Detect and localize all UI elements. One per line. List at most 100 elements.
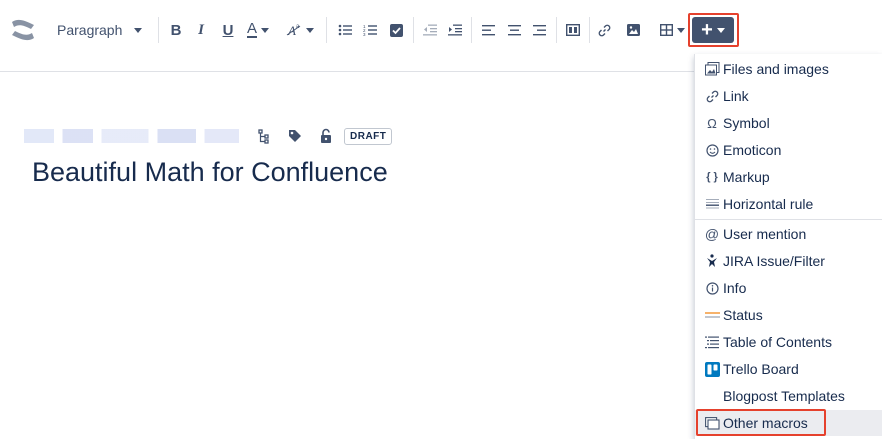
menu-item-label: Files and images <box>723 61 829 77</box>
menu-item-label: User mention <box>723 226 807 242</box>
clear-format-icon: Aa <box>286 23 301 38</box>
braces-icon: { } <box>706 171 718 183</box>
toolbar-divider <box>556 17 557 43</box>
insert-link-button[interactable] <box>595 19 613 41</box>
page-layout-icon <box>566 24 580 36</box>
smiley-icon <box>704 142 720 158</box>
insert-more-menu: Files and images Link Ω Symbol Emoticon … <box>694 54 882 439</box>
menu-item-label: Info <box>723 280 747 296</box>
toolbar-divider <box>413 17 414 43</box>
toolbar-divider <box>326 17 327 43</box>
status-icon <box>704 307 720 323</box>
bullet-list-button[interactable] <box>336 19 354 41</box>
menu-item-label: Blogpost Templates <box>723 388 845 404</box>
toolbar-divider <box>158 17 159 43</box>
menu-item-emoticon[interactable]: Emoticon <box>695 137 882 163</box>
align-right-icon <box>532 24 546 35</box>
label-tag-icon[interactable] <box>287 128 303 144</box>
task-list-button[interactable] <box>387 19 405 41</box>
info-icon <box>704 280 720 296</box>
page-tree-icon[interactable] <box>256 128 272 144</box>
svg-text:A: A <box>287 23 296 38</box>
outdent-button[interactable] <box>421 19 439 41</box>
table-icon <box>659 24 673 36</box>
indent-button[interactable] <box>446 19 464 41</box>
align-right-button[interactable] <box>530 19 548 41</box>
toolbar-divider <box>471 17 472 43</box>
paragraph-style-label: Paragraph <box>57 22 123 38</box>
align-center-icon <box>507 24 521 35</box>
chevron-down-icon <box>261 27 269 33</box>
menu-item-link[interactable]: Link <box>695 83 882 109</box>
omega-icon: Ω <box>707 115 717 131</box>
trello-icon <box>704 361 720 377</box>
align-left-icon <box>481 24 495 35</box>
outdent-icon <box>423 24 437 36</box>
menu-item-label: Trello Board <box>723 361 799 377</box>
checkbox-icon <box>389 23 403 37</box>
menu-item-label: Symbol <box>723 115 770 131</box>
bold-button[interactable]: B <box>165 19 187 41</box>
toc-icon <box>704 334 720 350</box>
status-badge: DRAFT <box>344 128 393 145</box>
align-left-button[interactable] <box>479 19 497 41</box>
italic-icon: I <box>198 21 204 38</box>
bold-icon: B <box>170 21 182 39</box>
blurred-breadcrumb <box>24 129 239 143</box>
underline-icon: U <box>222 21 234 39</box>
image-icon <box>626 24 640 36</box>
menu-item-label: Status <box>723 307 763 323</box>
paragraph-style-dropdown[interactable]: Paragraph <box>48 19 152 41</box>
menu-item-status[interactable]: Status <box>695 302 882 328</box>
page-title[interactable]: Beautiful Math for Confluence <box>32 157 388 188</box>
menu-item-other-macros[interactable]: Other macros <box>695 410 882 436</box>
page-layout-button[interactable] <box>564 19 582 41</box>
plus-icon: + <box>701 19 713 41</box>
menu-item-table-of-contents[interactable]: Table of Contents <box>695 329 882 355</box>
chevron-down-icon <box>676 27 685 33</box>
jira-icon <box>704 253 720 269</box>
menu-item-label: Other macros <box>723 415 808 431</box>
page-breadcrumb[interactable] <box>24 126 239 146</box>
text-color-icon: A <box>246 20 257 38</box>
align-center-button[interactable] <box>505 19 523 41</box>
text-color-dropdown[interactable]: A <box>243 19 273 41</box>
menu-item-label: Horizontal rule <box>723 196 814 212</box>
other-macros-icon <box>704 415 720 431</box>
menu-item-label: JIRA Issue/Filter <box>723 253 825 269</box>
menu-item-markup[interactable]: { } Markup <box>695 164 882 190</box>
underline-button[interactable]: U <box>217 19 239 41</box>
menu-item-jira-issue-filter[interactable]: JIRA Issue/Filter <box>695 248 882 274</box>
menu-item-label: Markup <box>723 169 770 185</box>
italic-button[interactable]: I <box>190 19 212 41</box>
files-images-icon <box>704 61 720 77</box>
bullet-list-icon <box>338 24 352 36</box>
numbered-list-button[interactable]: 123 <box>361 19 379 41</box>
menu-item-files-and-images[interactable]: Files and images <box>695 56 882 82</box>
menu-item-label: Table of Contents <box>723 334 832 350</box>
insert-table-dropdown[interactable] <box>657 19 687 41</box>
insert-more-button[interactable]: + <box>692 17 734 43</box>
menu-item-user-mention[interactable]: @ User mention <box>695 221 882 247</box>
chevron-down-icon <box>716 27 725 33</box>
confluence-logo-icon <box>12 19 34 41</box>
link-icon <box>598 24 610 36</box>
horizontal-rule-icon <box>704 196 720 212</box>
svg-text:3: 3 <box>363 32 366 36</box>
menu-item-label: Link <box>723 88 749 104</box>
menu-item-symbol[interactable]: Ω Symbol <box>695 110 882 136</box>
chevron-down-icon <box>134 27 143 33</box>
menu-divider <box>695 219 882 220</box>
at-icon: @ <box>704 226 720 242</box>
indent-icon <box>448 24 462 36</box>
blank-icon <box>704 388 720 404</box>
menu-item-blogpost-templates[interactable]: Blogpost Templates <box>695 383 882 409</box>
insert-image-button[interactable] <box>624 19 642 41</box>
menu-item-info[interactable]: Info <box>695 275 882 301</box>
unlock-icon[interactable] <box>318 128 334 144</box>
text-format-dropdown[interactable]: Aa <box>283 19 317 41</box>
chevron-down-icon <box>306 27 314 33</box>
menu-item-trello-board[interactable]: Trello Board <box>695 356 882 382</box>
menu-item-label: Emoticon <box>723 142 782 158</box>
menu-item-horizontal-rule[interactable]: Horizontal rule <box>695 191 882 217</box>
